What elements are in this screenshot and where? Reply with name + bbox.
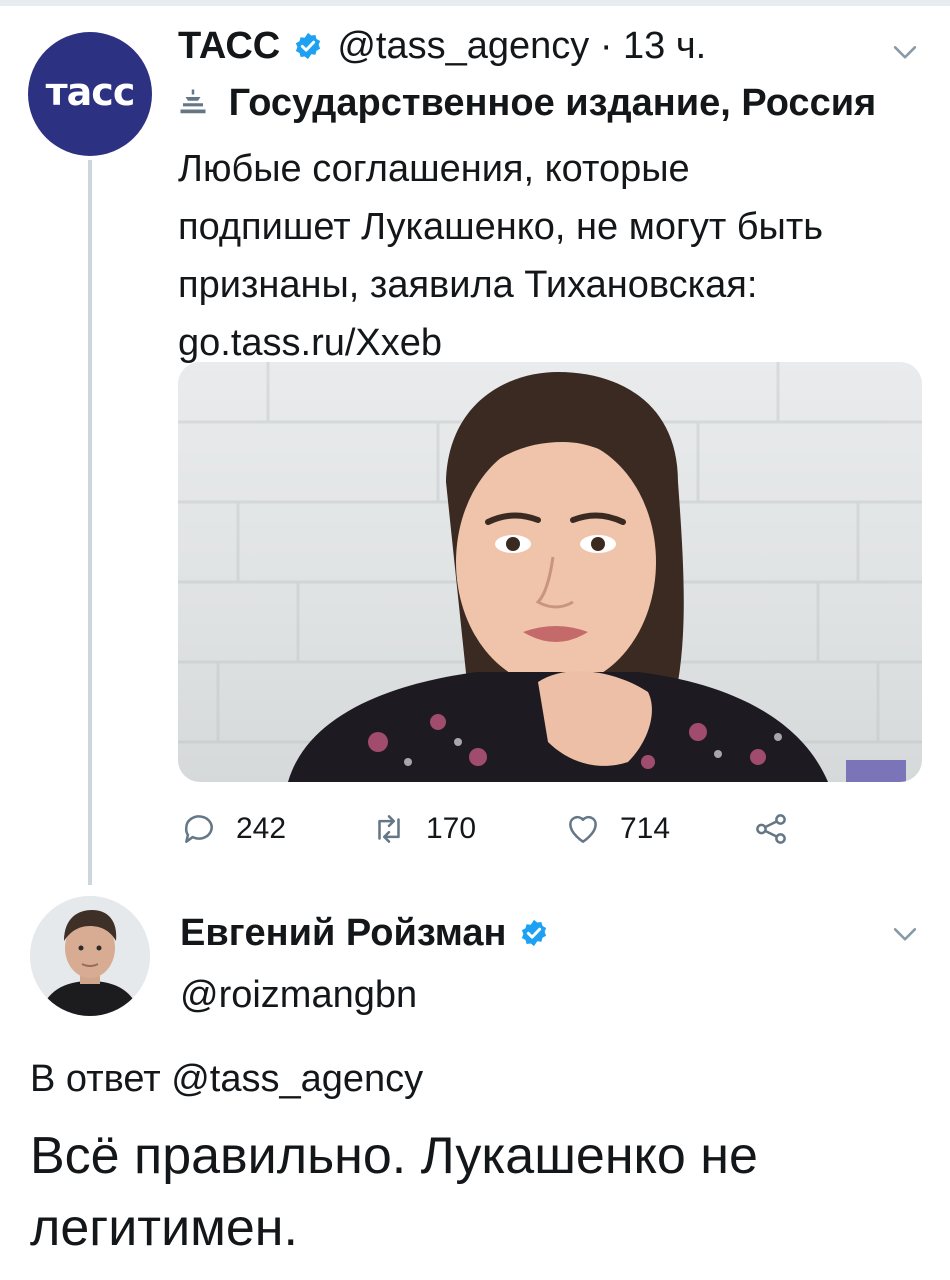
- tweet-media-photo[interactable]: [178, 362, 922, 782]
- state-media-label-text: Государственное издание, Россия: [228, 82, 877, 124]
- tweet-text: Любые соглашения, которые подпишет Лукаш…: [178, 140, 918, 372]
- in-reply-to-label[interactable]: В ответ @tass_agency: [30, 1056, 423, 1102]
- verified-badge-icon: [521, 919, 547, 947]
- woman-portrait-illustration: [178, 362, 922, 782]
- share-action[interactable]: [752, 804, 808, 854]
- tass-avatar-logo-text: тасс: [45, 70, 136, 114]
- thread-connector-line: [88, 160, 92, 885]
- tweet-action-bar: 242 170 714: [178, 804, 878, 854]
- user-photo-illustration: [30, 896, 150, 1016]
- state-media-label[interactable]: Государственное издание, Россия: [178, 80, 876, 126]
- tweet-timestamp[interactable]: 13 ч.: [623, 25, 706, 67]
- share-icon: [756, 814, 786, 844]
- reply-action[interactable]: 242: [180, 804, 286, 854]
- tass-avatar[interactable]: тасс: [28, 32, 152, 156]
- tweet-text-line: признаны, заявила Тихановская:: [178, 264, 758, 306]
- top-divider: [0, 0, 950, 6]
- state-media-flag-icon: [180, 89, 206, 114]
- reply-author-handle[interactable]: @roizmangbn: [180, 972, 417, 1018]
- tweet-header: ТАСС @tass_agency · 13 ч.: [178, 24, 706, 68]
- reply-text-line: Всё правильно. Лукашенко не: [30, 1127, 758, 1185]
- retweet-action[interactable]: 170: [370, 804, 476, 854]
- reply-author-name[interactable]: Евгений Ройзман: [180, 912, 507, 954]
- header-separator: ·: [599, 25, 613, 67]
- reply-count: 242: [236, 812, 287, 845]
- retweet-count: 170: [426, 812, 477, 845]
- tweet-author-name[interactable]: ТАСС: [178, 25, 280, 67]
- user-avatar[interactable]: [30, 896, 150, 1016]
- reply-bubble-icon: [184, 815, 213, 843]
- reply-author-header: Евгений Ройзман: [180, 910, 553, 956]
- tweet-menu-chevron-down-icon[interactable]: [888, 36, 922, 70]
- tweet-text-line: Любые соглашения, которые: [178, 148, 690, 190]
- reply-menu-chevron-down-icon[interactable]: [888, 918, 922, 952]
- verified-badge-icon: [295, 32, 320, 60]
- reply-text-line: легитимен.: [30, 1199, 298, 1257]
- like-count: 714: [620, 812, 671, 845]
- tweet-author-handle[interactable]: @tass_agency: [337, 25, 589, 67]
- reply-text: Всё правильно. Лукашенко не легитимен.: [30, 1120, 930, 1264]
- heart-icon: [569, 815, 597, 843]
- retweet-arrows-icon: [378, 815, 400, 843]
- like-action[interactable]: 714: [564, 804, 670, 854]
- tweet-text-line: подпишет Лукашенко, не могут быть: [178, 206, 824, 248]
